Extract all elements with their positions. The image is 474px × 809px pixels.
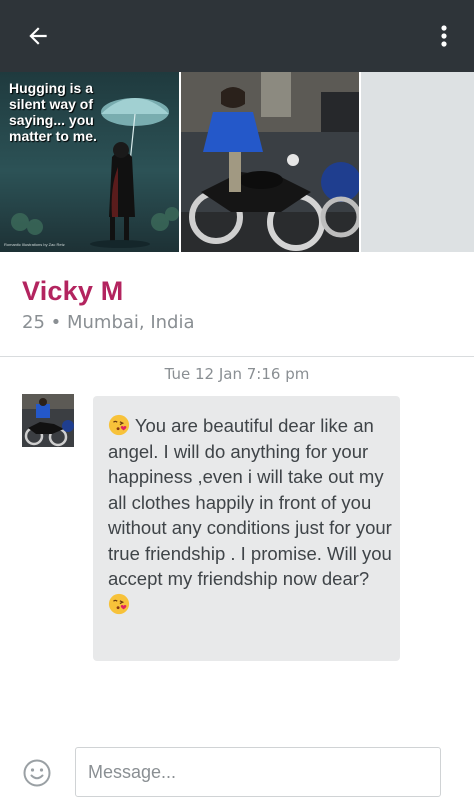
photo-quote-text: Hugging is a silent way of saying... you… [9,80,97,144]
message-input[interactable] [75,747,441,797]
message-timestamp: Tue 12 Jan 7:16 pm [164,365,310,383]
profile-photo-placeholder [361,72,474,252]
smiley-icon [23,759,51,787]
back-button[interactable] [18,18,58,54]
motorcycle-photo [181,72,359,252]
kissing-heart-emoji-icon [108,414,130,436]
profile-photo-2[interactable] [181,72,359,252]
profile-name: Vicky M [22,276,124,306]
top-app-bar [0,0,474,72]
message-text-container: You are beautiful dear like an angel. I … [108,413,393,617]
photo-credit: Romantic Illustrations by Zac Retz [4,242,65,247]
more-options-button[interactable] [426,18,462,54]
emoji-picker-button[interactable] [22,758,52,788]
avatar[interactable] [22,394,74,447]
arrow-left-icon [29,27,47,45]
avatar-motorcycle-thumbnail [22,394,74,447]
profile-age-location: 25 • Mumbai, India [22,312,195,333]
kissing-heart-emoji-icon [108,593,130,614]
profile-photo-1[interactable]: Hugging is a silent way of saying... you… [0,72,179,252]
divider [0,356,474,357]
message-text: You are beautiful dear like an angel. I … [108,415,392,589]
profile-photo-strip: Hugging is a silent way of saying... you… [0,72,474,252]
more-vertical-icon [441,25,447,47]
message-bubble[interactable]: You are beautiful dear like an angel. I … [93,396,400,661]
